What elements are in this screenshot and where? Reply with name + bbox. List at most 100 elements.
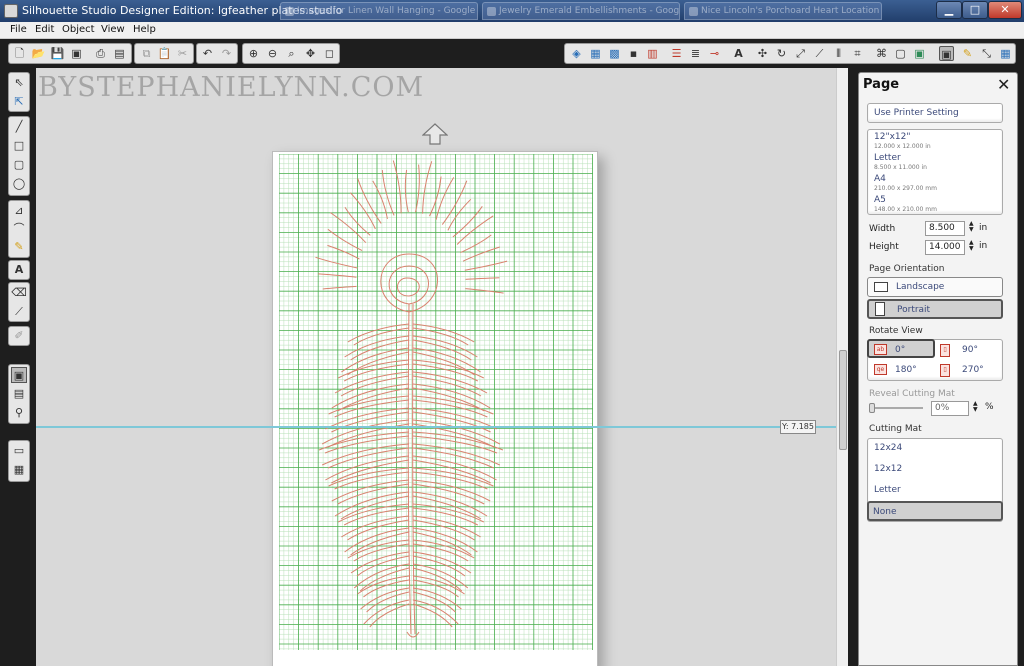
line-tool-icon[interactable]: ╱ (11, 119, 27, 135)
portrait-button[interactable]: Portrait (867, 299, 1003, 319)
ellipse-tool-icon[interactable]: ◯ (11, 176, 27, 192)
close-icon[interactable]: ✕ (997, 75, 1010, 94)
reveal-slider-track[interactable] (871, 407, 923, 409)
store-icon[interactable]: ▢ (893, 46, 908, 61)
new-document-icon[interactable]: 🗋 (12, 46, 27, 61)
menu-edit[interactable]: Edit (35, 24, 54, 35)
rotate-icon[interactable]: ↻ (774, 46, 789, 61)
page-size-name[interactable]: Letter (874, 153, 901, 163)
print-and-cut-icon[interactable]: ▤ (112, 46, 127, 61)
save-to-library-icon[interactable]: ▣ (69, 46, 84, 61)
knife-tool-icon[interactable]: ⟋ (11, 304, 27, 320)
rotate-0-button[interactable]: ab 0° (867, 339, 935, 358)
use-printer-setting-button[interactable]: Use Printer Setting (867, 103, 1003, 123)
eyedropper-tool-icon[interactable]: ✐ (11, 328, 27, 344)
page-size-dims: 148.00 x 210.00 mm (874, 206, 937, 213)
paste-icon[interactable]: 📋 (157, 46, 172, 61)
page-size-name[interactable]: A4 (874, 174, 886, 184)
eraser-tool-icon[interactable]: ⌫ (11, 285, 27, 301)
tile-view-icon[interactable]: ▦ (11, 462, 27, 478)
reveal-input[interactable]: 0% (931, 401, 969, 416)
width-stepper[interactable]: ▲ ▼ (969, 221, 974, 233)
text-style-icon[interactable]: A (731, 46, 746, 61)
replicate-icon[interactable]: ≣ (688, 46, 703, 61)
fullscreen-icon[interactable]: ⤡ (979, 46, 994, 61)
reveal-stepper[interactable]: ▲ ▼ (973, 401, 978, 413)
width-input[interactable]: 8.500 (925, 221, 965, 236)
open-icon[interactable]: 📂 (31, 46, 46, 61)
menu-object[interactable]: Object (62, 24, 95, 35)
gradient-icon[interactable]: ▪ (626, 46, 641, 61)
zoom-in-icon[interactable]: ⊕ (246, 46, 261, 61)
minimize-button[interactable]: ▁ (936, 1, 962, 19)
maximize-button[interactable]: □ (962, 1, 988, 19)
polygon-tool-icon[interactable]: ⊿ (11, 203, 27, 219)
redo-icon[interactable]: ↷ (219, 46, 234, 61)
sketch-icon[interactable]: ▣ (939, 46, 954, 61)
split-view-icon[interactable]: ▭ (11, 443, 27, 459)
page-settings-icon[interactable]: ▣ (912, 46, 927, 61)
pan-icon[interactable]: ✥ (303, 46, 318, 61)
rectangle-tool-icon[interactable]: □ (11, 138, 27, 154)
cutting-mat-option[interactable]: 12x12 (870, 460, 1000, 480)
library-view-icon[interactable]: ▤ (11, 386, 27, 402)
print-icon[interactable]: ⎙ (93, 46, 108, 61)
knife-icon[interactable]: ⟋ (812, 46, 827, 61)
point-edit-tool-icon[interactable]: ⇱ (11, 94, 27, 110)
design-page[interactable] (272, 151, 598, 666)
vertical-scrollbar[interactable] (836, 68, 848, 666)
offset-icon[interactable]: ⊸ (707, 46, 722, 61)
menu-view[interactable]: View (101, 24, 125, 35)
pencil-sketch-icon[interactable]: ✎ (960, 46, 975, 61)
design-view-icon[interactable]: ▣ (11, 367, 27, 383)
text-tool-icon[interactable]: A (11, 262, 27, 278)
fill-pattern-icon[interactable]: ▩ (607, 46, 622, 61)
library-icon[interactable]: ⌘ (874, 46, 889, 61)
cutting-mat-list[interactable]: 12x24 12x12 Letter None (867, 438, 1003, 522)
menu-file[interactable]: File (10, 24, 27, 35)
transform-icon[interactable]: ✣ (755, 46, 770, 61)
page-size-list[interactable]: 12"x12" 12.000 x 12.000 in Letter 8.500 … (867, 129, 1003, 215)
copy-icon[interactable]: ⧉ (139, 46, 154, 61)
grid-icon[interactable]: ▦ (998, 46, 1013, 61)
fit-to-page-icon[interactable]: ◻ (322, 46, 337, 61)
save-icon[interactable]: 💾 (50, 46, 65, 61)
background-window-tab[interactable]: Images for Linen Wall Hanging - Google S… (280, 2, 478, 20)
cutting-mat-option-selected[interactable]: None (867, 501, 1003, 521)
cut-settings-icon[interactable]: ⌗ (850, 46, 865, 61)
rotate-180-button[interactable]: qe 180° (869, 361, 935, 380)
cutting-mat-option[interactable]: Letter (870, 481, 1000, 501)
cutting-mat-option[interactable]: 12x24 (870, 439, 1000, 459)
zoom-select-icon[interactable]: ⌕ (284, 46, 299, 61)
align-icon[interactable]: ▥ (645, 46, 660, 61)
height-stepper[interactable]: ▲ ▼ (969, 240, 974, 252)
freehand-tool-icon[interactable]: ✎ (11, 239, 27, 255)
fill-color-icon[interactable]: ◈ (569, 46, 584, 61)
select-tool-icon[interactable]: ⇖ (11, 75, 27, 91)
line-style-icon[interactable]: ☰ (669, 46, 684, 61)
curve-tool-icon[interactable]: ⌒ (11, 221, 27, 237)
horizontal-guide[interactable] (36, 426, 836, 428)
line-color-icon[interactable]: ▦ (588, 46, 603, 61)
rotate-270-button[interactable]: ▯ 270° (936, 361, 1002, 380)
design-canvas[interactable]: BYSTEPHANIELYNN.COM Y: 7.185 (36, 68, 836, 666)
background-window-tab[interactable]: Jewelry Emerald Embellishments - Google.… (482, 2, 680, 20)
rounded-rectangle-tool-icon[interactable]: ▢ (11, 157, 27, 173)
rotate-90-button[interactable]: ▯ 90° (936, 341, 1002, 360)
scale-icon[interactable]: ⤢ (793, 46, 808, 61)
vertical-scrollbar-thumb[interactable] (839, 350, 847, 450)
online-store-icon[interactable]: ⚲ (11, 405, 27, 421)
height-input[interactable]: 14.000 (925, 240, 965, 255)
menu-help[interactable]: Help (133, 24, 156, 35)
landscape-button[interactable]: Landscape (867, 277, 1003, 297)
reveal-slider-thumb[interactable] (869, 403, 875, 413)
background-window-tab[interactable]: Nice Lincoln's Porchoard Heart Location … (684, 2, 882, 20)
page-size-name[interactable]: A5 (874, 195, 886, 205)
rotate-0-icon: ab (874, 344, 887, 355)
cut-icon[interactable]: ✂ (175, 46, 190, 61)
page-size-name[interactable]: 12"x12" (874, 132, 911, 142)
trace-icon[interactable]: ⫴ (831, 46, 846, 61)
close-window-button[interactable]: ✕ (988, 1, 1022, 19)
zoom-out-icon[interactable]: ⊖ (265, 46, 280, 61)
undo-icon[interactable]: ↶ (200, 46, 215, 61)
